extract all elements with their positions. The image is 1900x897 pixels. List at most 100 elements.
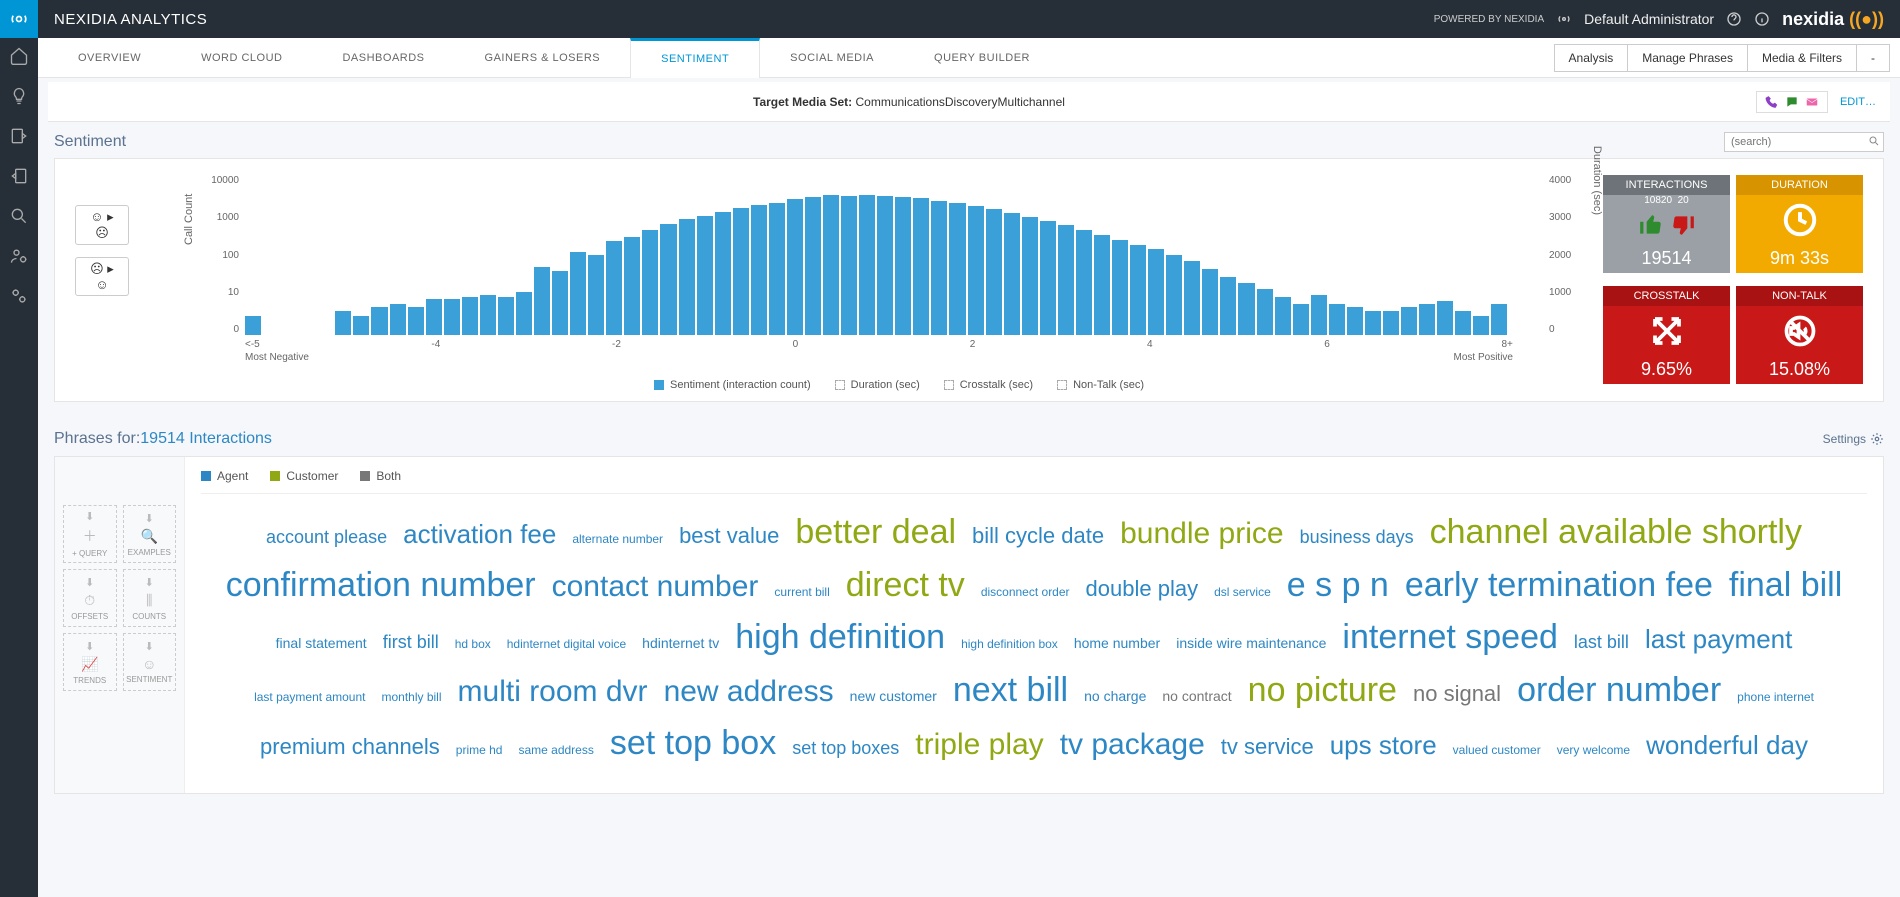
chart-bar[interactable] — [859, 195, 875, 335]
word-same-address[interactable]: same address — [510, 741, 601, 760]
tab-overview[interactable]: OVERVIEW — [48, 38, 171, 78]
legend-crosstalk[interactable]: Crosstalk (sec) — [960, 379, 1033, 391]
chart-bar[interactable] — [1202, 269, 1218, 335]
word-high-definition[interactable]: high definition — [727, 611, 953, 664]
word-no-contract[interactable]: no contract — [1154, 686, 1239, 708]
word-first-bill[interactable]: first bill — [375, 629, 447, 657]
chart-bar[interactable] — [552, 271, 568, 335]
chart-bar[interactable] — [679, 219, 695, 335]
word-final-statement[interactable]: final statement — [268, 633, 375, 655]
word-no-picture[interactable]: no picture — [1240, 664, 1405, 717]
chart-bar[interactable] — [1275, 297, 1291, 335]
chart-bar[interactable] — [968, 206, 984, 335]
word-next-bill[interactable]: next bill — [945, 664, 1076, 717]
word-double-play[interactable]: double play — [1078, 572, 1207, 606]
word-hdinternet-tv[interactable]: hdinternet tv — [634, 633, 727, 655]
word-bill-cycle-date[interactable]: bill cycle date — [964, 519, 1112, 553]
chart-bar[interactable] — [606, 241, 622, 335]
chart-bar[interactable] — [913, 198, 929, 335]
chart-bar[interactable] — [1401, 307, 1417, 335]
edit-link[interactable]: EDIT… — [1840, 96, 1876, 108]
legend-duration[interactable]: Duration (sec) — [851, 379, 920, 391]
search-input[interactable] — [1724, 132, 1884, 152]
word-tv-service[interactable]: tv service — [1213, 730, 1322, 764]
word-home-number[interactable]: home number — [1066, 633, 1168, 655]
word-high-definition-box[interactable]: high definition box — [953, 635, 1066, 654]
chart-bar[interactable] — [1473, 316, 1489, 335]
bulb-icon[interactable] — [9, 86, 29, 106]
word-account-please[interactable]: account please — [258, 524, 395, 552]
neg-shift-button[interactable]: ☺ ▸ ☹ — [75, 205, 129, 245]
word-set-top-boxes[interactable]: set top boxes — [784, 735, 907, 763]
chart-bar[interactable] — [1148, 249, 1164, 335]
chart-bar[interactable] — [823, 195, 839, 335]
info-icon[interactable] — [1754, 11, 1770, 27]
chart-bar[interactable] — [1383, 311, 1399, 335]
chart-bar[interactable] — [570, 252, 586, 335]
chart-bar[interactable] — [624, 237, 640, 335]
tile-crosstalk[interactable]: CROSSTALK 9.65% — [1603, 286, 1730, 384]
word-no-charge[interactable]: no charge — [1076, 686, 1154, 708]
chart-bar[interactable] — [1040, 221, 1056, 335]
chart-bar[interactable] — [877, 196, 893, 335]
tool-sentiment[interactable]: ⬇☺SENTIMENT — [123, 633, 177, 691]
users-gear-icon[interactable] — [9, 246, 29, 266]
chart-bar[interactable] — [371, 307, 387, 335]
action-analysis[interactable]: Analysis — [1554, 44, 1629, 72]
word-very-welcome[interactable]: very welcome — [1549, 741, 1638, 760]
legend-agent[interactable]: Agent — [217, 469, 248, 483]
channel-icons[interactable] — [1756, 91, 1828, 113]
chart-bar[interactable] — [588, 255, 604, 335]
help-icon[interactable] — [1726, 11, 1742, 27]
chart-bar[interactable] — [949, 203, 965, 335]
chart-bar[interactable] — [895, 197, 911, 335]
chart-bar[interactable] — [245, 316, 261, 335]
word-business-days[interactable]: business days — [1292, 524, 1422, 552]
legend-both[interactable]: Both — [376, 469, 401, 483]
chart-bar[interactable] — [805, 197, 821, 335]
chart-bar[interactable] — [390, 304, 406, 335]
word-confirmation-number[interactable]: confirmation number — [218, 559, 544, 612]
chart-bar[interactable] — [841, 196, 857, 335]
chart-bar[interactable] — [426, 299, 442, 335]
chart-bar[interactable] — [986, 209, 1002, 335]
chart-bar[interactable] — [1058, 225, 1074, 335]
chart-bar[interactable] — [715, 212, 731, 335]
word-direct-tv[interactable]: direct tv — [838, 559, 973, 612]
chart-bar[interactable] — [444, 299, 460, 335]
chart-bar[interactable] — [1257, 289, 1273, 335]
chart-bar[interactable] — [462, 297, 478, 335]
chart-bar[interactable] — [1455, 311, 1471, 335]
chart-bar[interactable] — [1491, 304, 1507, 335]
tab-gainers-losers[interactable]: GAINERS & LOSERS — [455, 38, 631, 78]
chart-bar[interactable] — [1112, 240, 1128, 335]
chart-bar[interactable] — [787, 199, 803, 335]
chart-bar[interactable] — [1004, 213, 1020, 335]
chart-bar[interactable] — [516, 292, 532, 335]
word-disconnect-order[interactable]: disconnect order — [973, 583, 1078, 602]
gears-icon[interactable] — [9, 286, 29, 306]
word-best-value[interactable]: best value — [671, 519, 787, 553]
word-last-bill[interactable]: last bill — [1566, 629, 1637, 657]
word-current-bill[interactable]: current bill — [766, 583, 837, 602]
word-inside-wire-maintenance[interactable]: inside wire maintenance — [1168, 633, 1334, 655]
chart-bar[interactable] — [1220, 277, 1236, 335]
legend-sentiment[interactable]: Sentiment (interaction count) — [670, 379, 811, 391]
chart-bar[interactable] — [335, 311, 351, 335]
chart-bar[interactable] — [1293, 304, 1309, 335]
word-hd-box[interactable]: hd box — [447, 635, 499, 654]
word-last-payment[interactable]: last payment — [1637, 619, 1800, 659]
word-alternate-number[interactable]: alternate number — [564, 530, 671, 549]
chart-bar[interactable] — [697, 216, 713, 335]
word-last-payment-amount[interactable]: last payment amount — [246, 688, 373, 707]
legend-nontalk[interactable]: Non-Talk (sec) — [1073, 379, 1144, 391]
word-new-address[interactable]: new address — [656, 669, 842, 716]
word-tv-package[interactable]: tv package — [1052, 722, 1213, 769]
chart-bar[interactable] — [1437, 301, 1453, 335]
word-e-s-p-n[interactable]: e s p n — [1279, 559, 1397, 612]
action-manage-phrases[interactable]: Manage Phrases — [1627, 44, 1748, 72]
chart-bar[interactable] — [751, 205, 767, 335]
tab-social-media[interactable]: SOCIAL MEDIA — [760, 38, 904, 78]
tab-word-cloud[interactable]: WORD CLOUD — [171, 38, 312, 78]
word-bundle-price[interactable]: bundle price — [1112, 511, 1291, 558]
